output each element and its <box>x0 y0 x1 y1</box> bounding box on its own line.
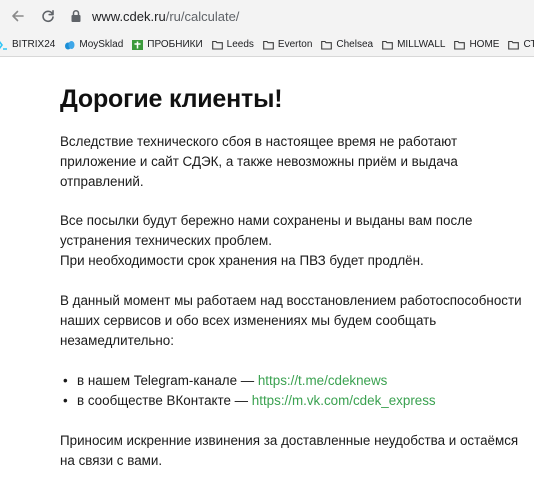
link-prefix: в сообществе ВКонтакте — <box>77 393 252 408</box>
list-item-vk: • в сообществе ВКонтакте — https://m.vk.… <box>60 391 530 411</box>
bookmark-folder-strim[interactable]: СТРИМ <box>508 36 534 54</box>
bookmark-label: HOME <box>469 39 500 50</box>
reload-icon <box>42 10 54 23</box>
text-line: В данный момент мы работаем над восстано… <box>60 293 522 308</box>
arrow-left-icon <box>12 10 24 22</box>
bookmark-label: Everton <box>277 39 313 50</box>
text-line: приложение и сайт СДЭК, а также невозмож… <box>60 154 458 169</box>
folder-icon <box>321 40 333 50</box>
text-line: отправлений. <box>60 174 144 189</box>
folder-icon <box>454 40 466 50</box>
browser-toolbar: www.cdek.ru/ru/calculate/ <box>0 0 534 33</box>
page-title: Дорогие клиенты! <box>60 85 283 113</box>
bookmark-folder-everton[interactable]: Everton <box>263 36 312 54</box>
link-prefix: в нашем Telegram-канале — <box>77 373 258 388</box>
url-path: /ru/calculate/ <box>165 8 240 24</box>
folder-icon <box>263 40 274 50</box>
paragraph-parcels: Все посылки будут бережно нами сохранены… <box>60 211 530 271</box>
list-item-telegram: • в нашем Telegram-канале — https://t.me… <box>60 371 530 391</box>
paragraph-apology: Приносим искренние извинения за доставле… <box>60 431 530 471</box>
text-line: При необходимости срок хранения на ПВЗ б… <box>60 253 424 268</box>
green-cross-icon <box>132 39 144 50</box>
bookmark-label: СТРИМ <box>523 39 534 50</box>
text-line: Приносим искренние извинения за доставле… <box>60 433 519 448</box>
bookmark-folder-chelsea[interactable]: Chelsea <box>321 36 373 54</box>
url-host: www.cdek.ru <box>92 8 166 24</box>
text-line: устранения технических проблем. <box>60 233 272 248</box>
page-content: Дорогие клиенты! <box>60 84 520 114</box>
bookmark-label: BITRIX24 <box>12 39 56 50</box>
bullet-icon: • <box>63 393 68 408</box>
list-item-text: в сообществе ВКонтакте — https://m.vk.co… <box>77 391 436 411</box>
bookmark-label: MoySklad <box>79 39 124 50</box>
bookmark-label: ПРОБНИКИ <box>147 39 203 50</box>
paragraph-outage: Вследствие технического сбоя в настоящее… <box>60 132 530 192</box>
folder-icon <box>211 40 223 50</box>
folder-icon <box>508 40 520 50</box>
vk-link[interactable]: https://m.vk.com/cdek_express <box>252 393 436 408</box>
bookmark-label: Leeds <box>226 39 254 50</box>
channels-list: • в нашем Telegram-канале — https://t.me… <box>60 371 530 411</box>
bookmark-label: Chelsea <box>336 39 374 50</box>
bookmarks-bar: BITRIX24 MoySklad ПРОБНИКИ Leeds Everton… <box>0 33 534 57</box>
text-line: Все посылки будут бережно нами сохранены… <box>60 213 473 228</box>
list-item-text: в нашем Telegram-канале — https://t.me/c… <box>77 371 387 391</box>
text-line: незамедлительно: <box>60 333 174 348</box>
bitrix-icon <box>0 40 7 50</box>
text-line: на связи с вами. <box>60 453 163 468</box>
bookmark-folder-home[interactable]: HOME <box>454 36 499 54</box>
bookmark-folder-leeds[interactable]: Leeds <box>211 36 254 54</box>
text-line: наших сервисов и обо всех изменениях мы … <box>60 313 437 328</box>
bookmark-moysklad[interactable]: MoySklad <box>64 36 123 54</box>
bookmark-folder-millwall[interactable]: MILLWALL <box>382 36 445 54</box>
text-line: Вследствие технического сбоя в настоящее… <box>60 134 458 149</box>
bullet-icon: • <box>63 373 68 388</box>
address-bar[interactable]: www.cdek.ru/ru/calculate/ <box>64 4 534 28</box>
reload-button[interactable] <box>38 6 58 26</box>
telegram-link[interactable]: https://t.me/cdeknews <box>258 373 388 388</box>
bookmark-label: MILLWALL <box>397 39 446 50</box>
moysklad-icon <box>65 40 75 49</box>
url-text: www.cdek.ru/ru/calculate/ <box>92 9 239 24</box>
folder-icon <box>382 40 393 50</box>
lock-icon <box>71 9 81 22</box>
back-button[interactable] <box>8 6 28 26</box>
paragraph-restoration: В данный момент мы работаем над восстано… <box>60 291 530 351</box>
bookmark-probniki[interactable]: ПРОБНИКИ <box>132 36 203 54</box>
bookmark-bitrix24[interactable]: BITRIX24 <box>0 36 55 54</box>
